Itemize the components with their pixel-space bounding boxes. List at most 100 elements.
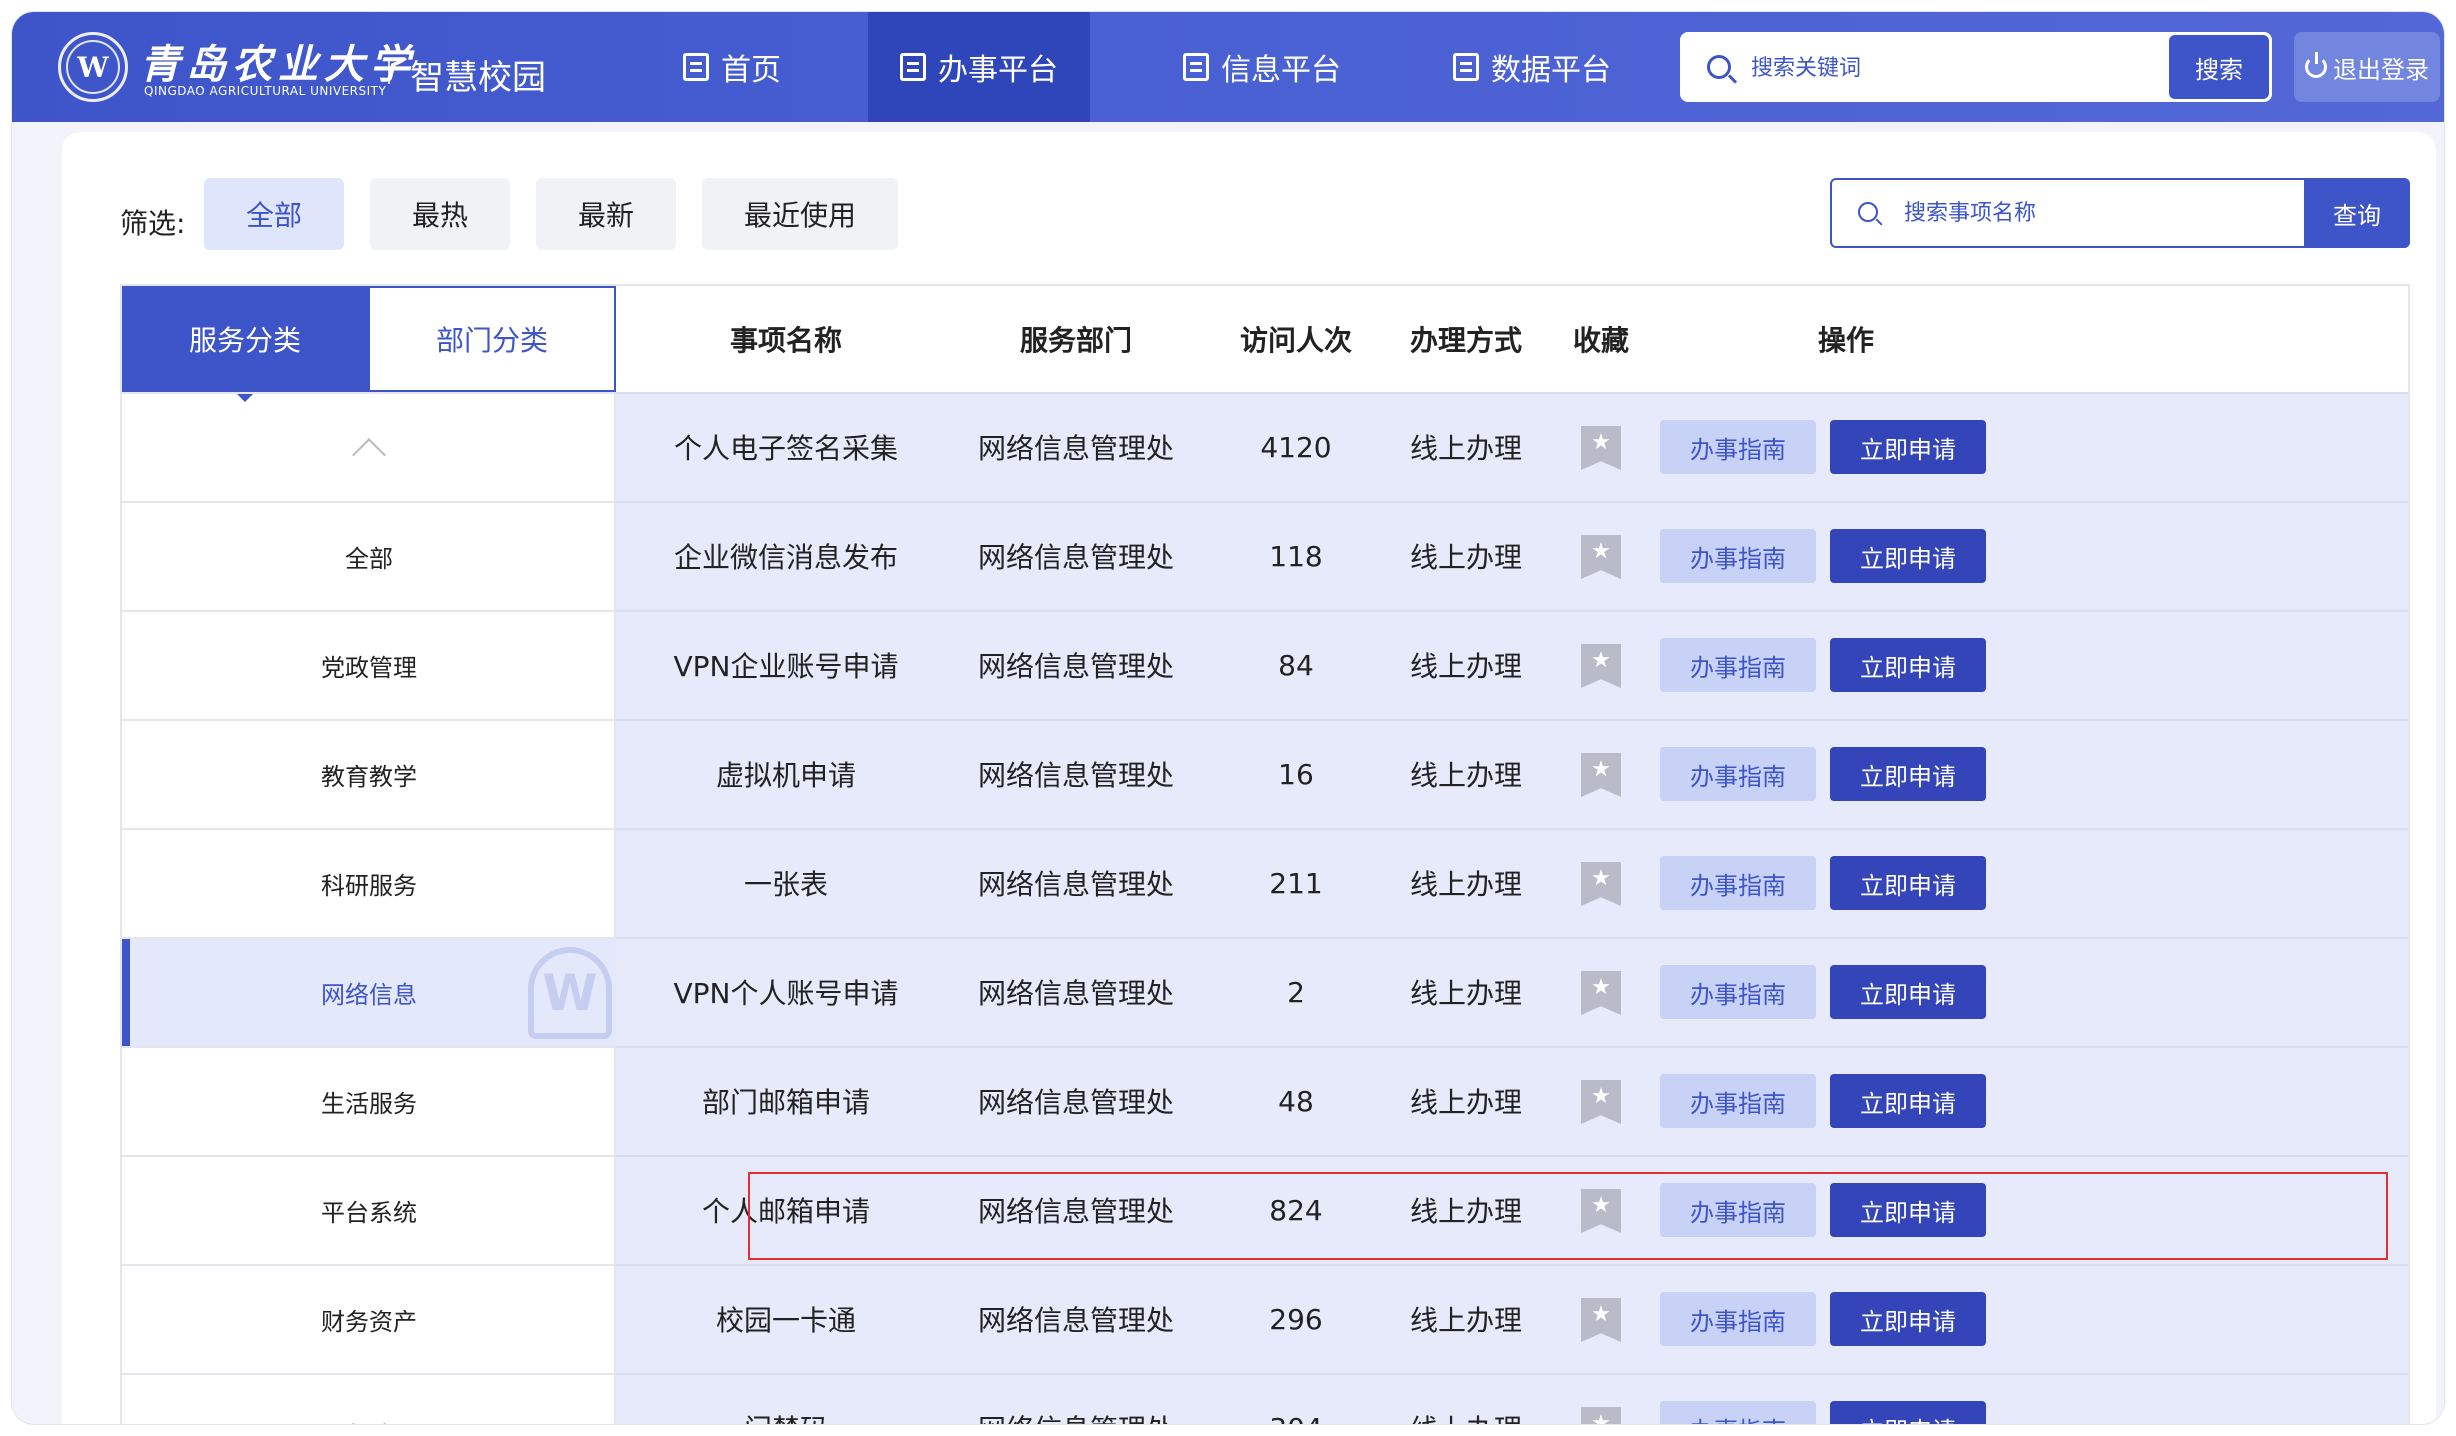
- favorite-star-icon[interactable]: ★: [1581, 1080, 1621, 1124]
- search-icon: [1858, 202, 1878, 222]
- apply-button[interactable]: 立即申请: [1830, 420, 1986, 474]
- item-name-cell: 部门邮箱申请: [701, 1086, 870, 1119]
- favorite-star-icon[interactable]: ★: [1581, 1407, 1621, 1424]
- guide-button[interactable]: 办事指南: [1660, 965, 1816, 1019]
- table-row: VPN个人账号申请 网络信息管理处 2 线上办理 ★ 办事指南 立即申请: [616, 937, 2408, 1046]
- department-cell: 网络信息管理处: [977, 1304, 1174, 1337]
- sidebar-item-party-admin[interactable]: 党政管理: [122, 610, 616, 719]
- department-cell: 网络信息管理处: [956, 1375, 1196, 1424]
- favorite-star-icon[interactable]: ★: [1581, 1189, 1621, 1233]
- apply-button[interactable]: 立即申请: [1830, 529, 1986, 583]
- table-row: 个人邮箱申请 网络信息管理处 824 线上办理 ★ 办事指南 立即申请: [616, 1155, 2408, 1264]
- table-row: 企业微信消息发布 网络信息管理处 118 线上办理 ★ 办事指南 立即申请: [616, 501, 2408, 610]
- category-sidebar: 服务分类 部门分类 全部 党政管理 教育教学 科研服务 网络信息 W 生活服务 …: [122, 286, 616, 1424]
- guide-button[interactable]: 办事指南: [1660, 1292, 1816, 1346]
- favorite-star-icon[interactable]: ★: [1581, 535, 1621, 579]
- sidebar-item-research[interactable]: 科研服务: [122, 828, 616, 937]
- guide-button[interactable]: 办事指南: [1660, 529, 1816, 583]
- guide-button[interactable]: 办事指南: [1660, 856, 1816, 910]
- department-cell: 网络信息管理处: [977, 1195, 1174, 1228]
- col-favorite: 收藏: [1572, 324, 1629, 357]
- sidebar-item-network-info[interactable]: 网络信息 W: [122, 937, 616, 1046]
- tab-service-category[interactable]: 服务分类: [122, 286, 368, 402]
- guide-button[interactable]: 办事指南: [1660, 638, 1816, 692]
- query-button[interactable]: 查询: [2304, 178, 2410, 248]
- search-icon: [1707, 55, 1731, 79]
- logout-label: 退出登录: [2333, 55, 2429, 84]
- guide-button[interactable]: 办事指南: [1660, 1401, 1816, 1424]
- favorite-star-icon[interactable]: ★: [1581, 753, 1621, 797]
- favorite-star-icon[interactable]: ★: [1581, 644, 1621, 688]
- visits-cell: 84: [1278, 648, 1314, 682]
- apply-button[interactable]: 立即申请: [1830, 965, 1986, 1019]
- sidebar-item-all[interactable]: 全部: [122, 501, 616, 610]
- table-body: 个人电子签名采集 网络信息管理处 4120 线上办理 ★ 办事指南 立即申请 企…: [616, 392, 2408, 1425]
- apply-button[interactable]: 立即申请: [1830, 1401, 1986, 1424]
- nav-item-data-platform[interactable]: 数据平台: [1432, 12, 1632, 122]
- nav-item-info-platform[interactable]: 信息平台: [1162, 12, 1362, 122]
- filter-chip-recent[interactable]: 最近使用: [702, 178, 898, 250]
- visits-cell: 824: [1269, 1193, 1323, 1227]
- global-search-button[interactable]: 搜索: [2169, 35, 2269, 99]
- favorite-star-icon[interactable]: ★: [1581, 1298, 1621, 1342]
- favorite-star-icon[interactable]: ★: [1581, 426, 1621, 470]
- item-search-box: 查询: [1830, 178, 2410, 248]
- nav-label: 数据平台: [1491, 53, 1611, 88]
- nav-item-home[interactable]: 首页: [652, 12, 812, 122]
- mode-cell: 线上办理: [1409, 650, 1522, 683]
- department-cell: 网络信息管理处: [977, 432, 1174, 465]
- visits-cell: 48: [1278, 1084, 1314, 1118]
- global-search-input[interactable]: [1751, 49, 2141, 87]
- university-logo-text: 青岛农业大学: [140, 41, 416, 88]
- apply-button[interactable]: 立即申请: [1830, 747, 1986, 801]
- mode-cell: 线上办理: [1409, 868, 1522, 901]
- table-row: VPN企业账号申请 网络信息管理处 84 线上办理 ★ 办事指南 立即申请: [616, 610, 2408, 719]
- table-row: 一张表 网络信息管理处 211 线上办理 ★ 办事指南 立即申请: [616, 828, 2408, 937]
- mode-cell: 线上办理: [1409, 1086, 1522, 1119]
- tab-department-category[interactable]: 部门分类: [368, 286, 616, 392]
- sidebar-item-life[interactable]: 生活服务: [122, 1046, 616, 1155]
- apply-button[interactable]: 立即申请: [1830, 1292, 1986, 1346]
- sidebar-scroll-up[interactable]: [122, 392, 616, 501]
- table-row: 门禁码 网络信息管理处 304 线上办理 ★ 办事指南 立即申请: [616, 1373, 2408, 1425]
- item-name-cell: 个人邮箱申请: [701, 1195, 870, 1228]
- sidebar-item-finance[interactable]: 财务资产: [122, 1264, 616, 1373]
- apply-button[interactable]: 立即申请: [1830, 856, 1986, 910]
- apply-button[interactable]: 立即申请: [1830, 1074, 1986, 1128]
- guide-button[interactable]: 办事指南: [1660, 1074, 1816, 1128]
- department-cell: 网络信息管理处: [977, 541, 1174, 574]
- filter-chip-newest[interactable]: 最新: [536, 178, 676, 250]
- guide-button[interactable]: 办事指南: [1660, 420, 1816, 474]
- department-cell: 网络信息管理处: [977, 1086, 1174, 1119]
- table-header: 事项名称 服务部门 访问人次 办理方式 收藏 操作: [616, 286, 2408, 392]
- guide-button[interactable]: 办事指南: [1660, 747, 1816, 801]
- item-name-cell: VPN企业账号申请: [673, 650, 899, 683]
- table-row: 虚拟机申请 网络信息管理处 16 线上办理 ★ 办事指南 立即申请: [616, 719, 2408, 828]
- sidebar-item-platform[interactable]: 平台系统: [122, 1155, 616, 1264]
- apply-button[interactable]: 立即申请: [1830, 638, 1986, 692]
- sidebar-item-teaching[interactable]: 教育教学: [122, 719, 616, 828]
- filter-chip-hottest[interactable]: 最热: [370, 178, 510, 250]
- sidebar-item-label: 网络信息: [321, 981, 417, 1009]
- favorite-star-icon[interactable]: ★: [1581, 862, 1621, 906]
- apply-button[interactable]: 立即申请: [1830, 1183, 1986, 1237]
- table-row: 部门邮箱申请 网络信息管理处 48 线上办理 ★ 办事指南 立即申请: [616, 1046, 2408, 1155]
- favorite-star-icon[interactable]: ★: [1581, 971, 1621, 1015]
- sidebar-scroll-down[interactable]: [122, 1373, 616, 1424]
- service-table: 服务分类 部门分类 全部 党政管理 教育教学 科研服务 网络信息 W 生活服务 …: [120, 284, 2410, 1424]
- department-cell: 网络信息管理处: [977, 977, 1174, 1010]
- logout-button[interactable]: 退出登录: [2294, 32, 2440, 102]
- logo-divider: [388, 58, 390, 84]
- visits-cell: 304: [1196, 1375, 1396, 1425]
- university-watermark-icon: W: [528, 947, 612, 1039]
- filter-chip-all[interactable]: 全部: [204, 178, 344, 250]
- browser-window: W 青岛农业大学 QINGDAO AGRICULTURAL UNIVERSITY…: [12, 12, 2444, 1424]
- item-search-input[interactable]: [1904, 194, 2304, 232]
- power-icon: [2305, 52, 2327, 78]
- guide-button[interactable]: 办事指南: [1660, 1183, 1816, 1237]
- chart-doc-icon: [1453, 53, 1479, 81]
- mode-cell: 线上办理: [1409, 541, 1522, 574]
- nav-item-service-platform[interactable]: 办事平台: [868, 12, 1090, 122]
- filter-label: 筛选:: [120, 207, 186, 240]
- chevron-up-icon: [352, 437, 386, 472]
